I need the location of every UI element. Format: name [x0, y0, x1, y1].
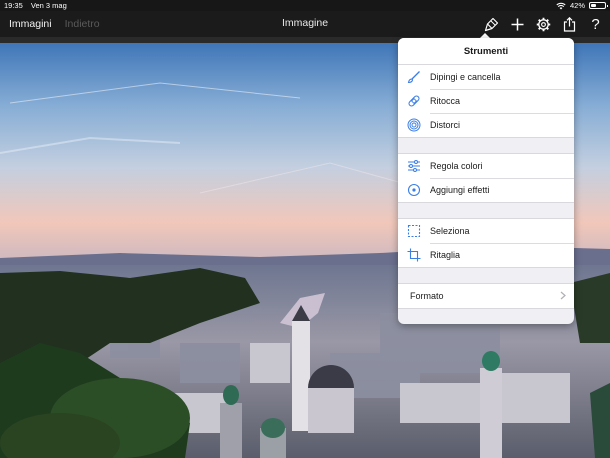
menu-item-label: Ritaglia	[430, 250, 461, 260]
gear-icon	[536, 17, 551, 31]
menu-item-distort[interactable]: Distorci	[398, 113, 574, 137]
settings-button[interactable]	[535, 16, 552, 33]
battery-icon	[589, 2, 608, 9]
status-bar: 19:35 Ven 3 mag 42%	[0, 0, 610, 11]
plus-icon	[511, 18, 524, 30]
menu-item-label: Seleziona	[430, 226, 470, 236]
menu-item-label: Dipingi e cancella	[430, 72, 501, 82]
menu-item-label: Ritocca	[430, 96, 461, 106]
battery-percent: 42%	[569, 1, 585, 10]
menu-item-label: Regola colori	[430, 161, 483, 171]
menu-item-paint[interactable]: Dipingi e cancella	[398, 65, 574, 89]
crop-icon	[407, 248, 421, 262]
tool-group-adjust: Regola colori Aggiungi effetti	[398, 153, 574, 203]
popover-title: Strumenti	[398, 38, 574, 65]
paintbrush-icon	[407, 71, 420, 84]
sliders-icon	[408, 160, 420, 172]
help-button[interactable]: ?	[587, 16, 604, 33]
effects-icon	[407, 183, 421, 197]
selection-icon	[407, 224, 421, 238]
status-time: 19:35	[4, 1, 23, 10]
tools-popover: Strumenti Dipingi e cancella Ritocca Dis…	[398, 38, 574, 324]
chevron-right-icon	[560, 291, 566, 300]
menu-item-retouch[interactable]: Ritocca	[398, 89, 574, 113]
menu-item-select[interactable]: Seleziona	[398, 219, 574, 243]
navigation-bar: Immagini Indietro Immagine ?	[0, 11, 610, 37]
tool-group-select: Seleziona Ritaglia	[398, 218, 574, 268]
format-label: Formato	[410, 291, 444, 301]
tool-group-format: Formato	[398, 283, 574, 309]
status-date: Ven 3 mag	[30, 1, 67, 10]
tool-group-edit: Dipingi e cancella Ritocca Distorci	[398, 65, 574, 138]
share-button[interactable]	[561, 16, 578, 33]
help-icon: ?	[591, 15, 600, 33]
menu-item-label: Aggiungi effetti	[430, 185, 490, 195]
spiral-icon	[407, 118, 421, 132]
menu-item-crop[interactable]: Ritaglia	[398, 243, 574, 267]
share-icon	[563, 16, 576, 32]
tools-button[interactable]	[483, 16, 500, 33]
menu-item-label: Distorci	[430, 120, 461, 130]
menu-item-add-effects[interactable]: Aggiungi effetti	[398, 178, 574, 202]
wifi-icon	[556, 2, 566, 9]
menu-item-format[interactable]: Formato	[398, 284, 574, 308]
bandage-icon	[408, 95, 420, 107]
add-button[interactable]	[509, 16, 526, 33]
brush-icon	[484, 17, 499, 31]
menu-item-adjust-colors[interactable]: Regola colori	[398, 154, 574, 178]
